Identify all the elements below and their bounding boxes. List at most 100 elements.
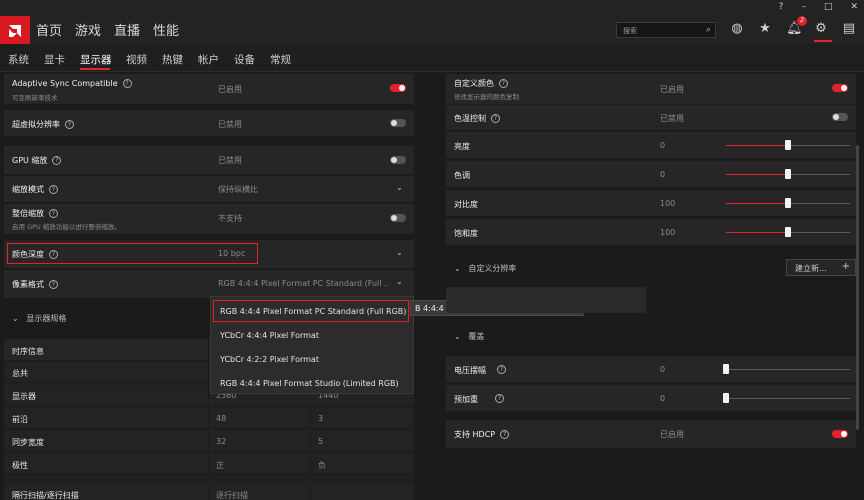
- create-new-label: 建立新...: [795, 264, 827, 273]
- vsr-value: 已禁用: [218, 120, 242, 129]
- star-icon[interactable]: ★: [758, 21, 772, 36]
- table-cell-vertical: 3: [318, 414, 324, 423]
- color-temp-row: 色温控制? 已禁用: [446, 104, 856, 130]
- gpu-scaling-toggle[interactable]: [390, 156, 406, 164]
- amd-logo-icon[interactable]: [0, 16, 30, 46]
- help-icon[interactable]: ?: [49, 280, 58, 289]
- top-nav-home[interactable]: 首页: [36, 20, 62, 39]
- table-divider: [310, 454, 311, 475]
- tab-account[interactable]: 帐户: [198, 52, 219, 67]
- search-input[interactable]: 搜索 ⌕: [616, 22, 716, 38]
- contrast-value: 100: [660, 199, 676, 208]
- bell-icon[interactable]: 🔔︎ 2: [786, 16, 807, 36]
- slider-handle[interactable]: [785, 140, 791, 150]
- adaptive-sync-toggle[interactable]: [390, 84, 406, 92]
- tab-active-indicator: [80, 68, 110, 70]
- help-icon[interactable]: ?: [497, 365, 506, 374]
- display-specs-header[interactable]: ⌄ 显示器规格: [12, 313, 66, 324]
- custom-res-entry[interactable]: [446, 287, 646, 313]
- help-icon[interactable]: ?: [495, 394, 504, 403]
- dropdown-option-2[interactable]: YCbCr 4:4:4 Pixel Format: [220, 331, 319, 340]
- vsr-toggle[interactable]: [390, 119, 406, 127]
- help-icon[interactable]: ?: [65, 120, 74, 129]
- create-new-button[interactable]: 建立新... +: [786, 259, 856, 276]
- pixel-format-dropdown: RGB 4:4:4 Pixel Format PC Standard (Full…: [210, 296, 414, 394]
- tab-hotkeys[interactable]: 热键: [162, 52, 183, 67]
- slider-track[interactable]: [726, 398, 850, 399]
- table-divider: [310, 484, 311, 500]
- slider-handle[interactable]: [785, 169, 791, 179]
- scaling-mode-row[interactable]: 缩放模式? 保持纵横比 ⌄: [4, 176, 414, 202]
- scaling-mode-value: 保持纵横比: [218, 185, 258, 194]
- globe-icon[interactable]: ◍: [730, 21, 744, 36]
- table-divider: [208, 454, 209, 475]
- tab-system[interactable]: 系统: [8, 52, 29, 67]
- help-icon[interactable]: ?: [500, 430, 510, 439]
- table-row: 前沿 48 3: [4, 408, 414, 429]
- scaling-mode-label: 缩放模式: [12, 185, 44, 194]
- overlay-header[interactable]: ⌄ 覆盖: [454, 331, 484, 342]
- sidebar-icon[interactable]: ▤: [842, 21, 856, 36]
- top-nav-games[interactable]: 游戏: [75, 20, 101, 39]
- pre-emphasis-label: 预加重: [454, 395, 478, 404]
- dropdown-option-1[interactable]: RGB 4:4:4 Pixel Format PC Standard (Full…: [220, 307, 406, 316]
- tab-video[interactable]: 视频: [126, 52, 147, 67]
- slider-fill: [726, 174, 788, 175]
- table-divider: [208, 362, 209, 383]
- minimize-icon[interactable]: –: [801, 2, 806, 12]
- custom-res-header[interactable]: ⌄ 自定义分辨率: [454, 263, 516, 274]
- help-icon[interactable]: ?: [49, 209, 58, 218]
- integer-scaling-toggle[interactable]: [390, 214, 406, 222]
- vsr-label: 超虚拟分辨率: [12, 120, 60, 129]
- tab-display[interactable]: 显示器: [80, 52, 112, 67]
- top-nav-performance[interactable]: 性能: [153, 20, 179, 39]
- tab-devices[interactable]: 设备: [234, 52, 255, 67]
- brightness-label: 亮度: [454, 142, 470, 151]
- scrollbar[interactable]: [856, 145, 859, 430]
- hdcp-toggle[interactable]: [832, 430, 848, 438]
- maximize-icon[interactable]: □: [824, 2, 833, 12]
- table-cell-horizontal: 正: [216, 461, 224, 470]
- search-icon: ⌕: [705, 25, 711, 35]
- help-icon[interactable]: ?: [779, 2, 784, 12]
- slider-handle[interactable]: [785, 198, 791, 208]
- overlay-title: 覆盖: [468, 332, 485, 341]
- table-row-label: 极性: [12, 461, 28, 470]
- help-icon[interactable]: ?: [491, 114, 500, 123]
- top-nav-streaming[interactable]: 直播: [114, 20, 140, 39]
- slider-handle[interactable]: [785, 227, 791, 237]
- pixel-format-label: 像素格式: [12, 280, 44, 289]
- help-icon[interactable]: ?: [49, 185, 58, 194]
- help-icon[interactable]: ?: [122, 79, 132, 88]
- pixel-format-row[interactable]: 像素格式? RGB 4:4:4 Pixel Format PC Standard…: [4, 270, 414, 298]
- custom-color-toggle[interactable]: [832, 84, 848, 92]
- color-temp-toggle[interactable]: [832, 113, 848, 121]
- hdcp-value: 已启用: [660, 430, 684, 439]
- slider-handle[interactable]: [723, 364, 729, 374]
- table-row-label: 隔行扫描/逐行扫描: [12, 491, 79, 500]
- help-icon[interactable]: ?: [52, 156, 62, 165]
- dropdown-option-3[interactable]: YCbCr 4:2:2 Pixel Format: [220, 355, 319, 364]
- tab-general[interactable]: 常规: [270, 52, 291, 67]
- display-specs-title: 显示器规格: [26, 314, 67, 323]
- help-icon[interactable]: ?: [499, 79, 508, 88]
- table-divider: [208, 408, 209, 429]
- table-row-label: 时序信息: [12, 347, 44, 356]
- table-cell-horizontal: 32: [216, 437, 227, 446]
- voltage-swing-label: 电压摆幅: [454, 366, 486, 375]
- gpu-scaling-label: GPU 缩放: [12, 156, 48, 165]
- slider-handle[interactable]: [723, 393, 729, 403]
- slider-track[interactable]: [726, 369, 850, 370]
- dropdown-option-4[interactable]: RGB 4:4:4 Pixel Format Studio (Limited R…: [220, 379, 399, 388]
- notification-badge: 2: [797, 16, 807, 26]
- table-row-label: 同步宽度: [12, 438, 44, 447]
- table-cell-vertical: 5: [318, 437, 324, 446]
- gear-icon[interactable]: ⚙: [814, 21, 828, 36]
- chevron-down-icon: ⌄: [396, 248, 403, 257]
- color-temp-value: 已禁用: [660, 114, 684, 123]
- gpu-scaling-row: GPU 缩放? 已禁用: [4, 146, 414, 174]
- voltage-swing-value: 0: [660, 365, 666, 374]
- tab-graphics[interactable]: 显卡: [44, 52, 65, 67]
- table-divider: [310, 408, 311, 429]
- close-icon[interactable]: ✕: [850, 2, 858, 12]
